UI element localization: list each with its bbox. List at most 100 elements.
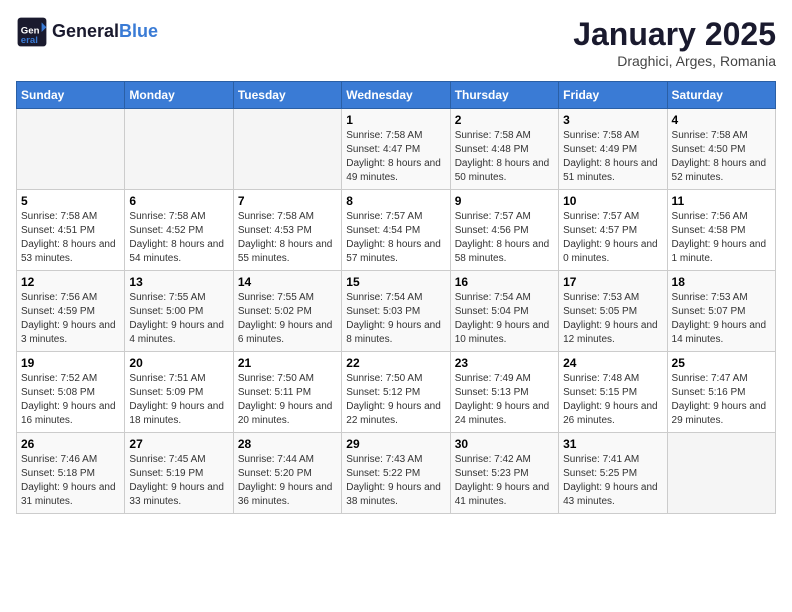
day-number: 6 — [129, 194, 228, 208]
day-info: Sunrise: 7:44 AM Sunset: 5:20 PM Dayligh… — [238, 453, 337, 509]
day-number: 20 — [129, 356, 228, 370]
day-number: 3 — [563, 113, 662, 127]
weekday-header-sunday: Sunday — [17, 82, 125, 109]
calendar-cell: 23 Sunrise: 7:49 AM Sunset: 5:13 PM Dayli… — [450, 352, 558, 433]
weekday-header-friday: Friday — [559, 82, 667, 109]
day-info: Sunrise: 7:46 AM Sunset: 5:18 PM Dayligh… — [21, 453, 120, 509]
day-number: 10 — [563, 194, 662, 208]
day-number: 9 — [455, 194, 554, 208]
day-info: Sunrise: 7:58 AM Sunset: 4:53 PM Dayligh… — [238, 210, 337, 266]
day-number: 16 — [455, 275, 554, 289]
calendar-cell: 24Sunrise: 7:48 AM Sunset: 5:15 PM Dayli… — [559, 352, 667, 433]
day-info: Sunrise: 7:57 AM Sunset: 4:57 PM Dayligh… — [563, 210, 662, 266]
calendar-body: 1 Sunrise: 7:58 AM Sunset: 4:47 PM Daylig… — [17, 109, 776, 514]
day-info: Sunrise: 7:55 AM Sunset: 5:02 PM Dayligh… — [238, 291, 337, 347]
day-info: Sunrise: 7:51 AM Sunset: 5:09 PM Dayligh… — [129, 372, 228, 428]
calendar-cell: 31Sunrise: 7:41 AM Sunset: 5:25 PM Dayli… — [559, 433, 667, 514]
calendar-week-1: 5Sunrise: 7:58 AM Sunset: 4:51 PM Daylig… — [17, 190, 776, 271]
day-number: 21 — [238, 356, 337, 370]
day-number: 11 — [672, 194, 771, 208]
day-number: 13 — [129, 275, 228, 289]
day-info: Sunrise: 7:47 AM Sunset: 5:16 PM Dayligh… — [672, 372, 771, 428]
day-number: 14 — [238, 275, 337, 289]
day-number: 30 — [455, 437, 554, 451]
day-number: 17 — [563, 275, 662, 289]
calendar-week-4: 26 Sunrise: 7:46 AM Sunset: 5:18 PM Dayli… — [17, 433, 776, 514]
day-info: Sunrise: 7:41 AM Sunset: 5:25 PM Dayligh… — [563, 453, 662, 509]
page-header: Gen eral GeneralBlue January 2025 Draghi… — [16, 16, 776, 69]
calendar-cell: 1 Sunrise: 7:58 AM Sunset: 4:47 PM Daylig… — [342, 109, 450, 190]
weekday-header-thursday: Thursday — [450, 82, 558, 109]
calendar-cell: 3 Sunrise: 7:58 AM Sunset: 4:49 PM Daylig… — [559, 109, 667, 190]
calendar-table: SundayMondayTuesdayWednesdayThursdayFrid… — [16, 81, 776, 514]
day-info: Sunrise: 7:50 AM Sunset: 5:12 PM Dayligh… — [346, 372, 445, 428]
calendar-week-3: 19 Sunrise: 7:52 AM Sunset: 5:08 PM Dayli… — [17, 352, 776, 433]
day-info: Sunrise: 7:49 AM Sunset: 5:13 PM Dayligh… — [455, 372, 554, 428]
day-number: 7 — [238, 194, 337, 208]
calendar-cell: 4 Sunrise: 7:58 AM Sunset: 4:50 PM Daylig… — [667, 109, 775, 190]
day-info: Sunrise: 7:58 AM Sunset: 4:48 PM Dayligh… — [455, 129, 554, 185]
day-number: 26 — [21, 437, 120, 451]
location-subtitle: Draghici, Arges, Romania — [573, 53, 776, 69]
calendar-cell: 26 Sunrise: 7:46 AM Sunset: 5:18 PM Dayli… — [17, 433, 125, 514]
weekday-header-row: SundayMondayTuesdayWednesdayThursdayFrid… — [17, 82, 776, 109]
weekday-header-saturday: Saturday — [667, 82, 775, 109]
calendar-cell — [233, 109, 341, 190]
day-info: Sunrise: 7:54 AM Sunset: 5:03 PM Dayligh… — [346, 291, 445, 347]
day-info: Sunrise: 7:56 AM Sunset: 4:58 PM Dayligh… — [672, 210, 771, 266]
calendar-cell: 6Sunrise: 7:58 AM Sunset: 4:52 PM Daylig… — [125, 190, 233, 271]
calendar-cell — [667, 433, 775, 514]
logo-text: GeneralBlue — [52, 21, 158, 43]
day-info: Sunrise: 7:58 AM Sunset: 4:50 PM Dayligh… — [672, 129, 771, 185]
calendar-cell: 14 Sunrise: 7:55 AM Sunset: 5:02 PM Dayli… — [233, 271, 341, 352]
day-info: Sunrise: 7:58 AM Sunset: 4:49 PM Dayligh… — [563, 129, 662, 185]
calendar-cell — [125, 109, 233, 190]
day-info: Sunrise: 7:58 AM Sunset: 4:51 PM Dayligh… — [21, 210, 120, 266]
day-info: Sunrise: 7:42 AM Sunset: 5:23 PM Dayligh… — [455, 453, 554, 509]
calendar-cell: 29Sunrise: 7:43 AM Sunset: 5:22 PM Dayli… — [342, 433, 450, 514]
calendar-cell: 22 Sunrise: 7:50 AM Sunset: 5:12 PM Dayli… — [342, 352, 450, 433]
calendar-cell: 28 Sunrise: 7:44 AM Sunset: 5:20 PM Dayli… — [233, 433, 341, 514]
weekday-header-wednesday: Wednesday — [342, 82, 450, 109]
calendar-cell: 5Sunrise: 7:58 AM Sunset: 4:51 PM Daylig… — [17, 190, 125, 271]
day-info: Sunrise: 7:57 AM Sunset: 4:54 PM Dayligh… — [346, 210, 445, 266]
day-number: 12 — [21, 275, 120, 289]
day-number: 22 — [346, 356, 445, 370]
day-info: Sunrise: 7:53 AM Sunset: 5:07 PM Dayligh… — [672, 291, 771, 347]
day-number: 19 — [21, 356, 120, 370]
day-info: Sunrise: 7:58 AM Sunset: 4:47 PM Dayligh… — [346, 129, 445, 185]
day-info: Sunrise: 7:57 AM Sunset: 4:56 PM Dayligh… — [455, 210, 554, 266]
calendar-cell: 11 Sunrise: 7:56 AM Sunset: 4:58 PM Dayli… — [667, 190, 775, 271]
day-number: 4 — [672, 113, 771, 127]
logo-icon: Gen eral — [16, 16, 48, 48]
calendar-cell: 2 Sunrise: 7:58 AM Sunset: 4:48 PM Daylig… — [450, 109, 558, 190]
calendar-cell: 18Sunrise: 7:53 AM Sunset: 5:07 PM Dayli… — [667, 271, 775, 352]
day-info: Sunrise: 7:45 AM Sunset: 5:19 PM Dayligh… — [129, 453, 228, 509]
day-number: 23 — [455, 356, 554, 370]
calendar-cell: 25Sunrise: 7:47 AM Sunset: 5:16 PM Dayli… — [667, 352, 775, 433]
logo: Gen eral GeneralBlue — [16, 16, 158, 48]
calendar-cell — [17, 109, 125, 190]
day-info: Sunrise: 7:56 AM Sunset: 4:59 PM Dayligh… — [21, 291, 120, 347]
calendar-cell: 8 Sunrise: 7:57 AM Sunset: 4:54 PM Daylig… — [342, 190, 450, 271]
day-info: Sunrise: 7:48 AM Sunset: 5:15 PM Dayligh… — [563, 372, 662, 428]
calendar-cell: 15Sunrise: 7:54 AM Sunset: 5:03 PM Dayli… — [342, 271, 450, 352]
day-number: 1 — [346, 113, 445, 127]
calendar-cell: 9 Sunrise: 7:57 AM Sunset: 4:56 PM Daylig… — [450, 190, 558, 271]
weekday-header-monday: Monday — [125, 82, 233, 109]
calendar-cell: 17 Sunrise: 7:53 AM Sunset: 5:05 PM Dayli… — [559, 271, 667, 352]
day-number: 8 — [346, 194, 445, 208]
title-block: January 2025 Draghici, Arges, Romania — [573, 16, 776, 69]
day-info: Sunrise: 7:54 AM Sunset: 5:04 PM Dayligh… — [455, 291, 554, 347]
day-number: 28 — [238, 437, 337, 451]
day-info: Sunrise: 7:43 AM Sunset: 5:22 PM Dayligh… — [346, 453, 445, 509]
calendar-cell: 21Sunrise: 7:50 AM Sunset: 5:11 PM Dayli… — [233, 352, 341, 433]
calendar-cell: 20 Sunrise: 7:51 AM Sunset: 5:09 PM Dayli… — [125, 352, 233, 433]
calendar-cell: 10 Sunrise: 7:57 AM Sunset: 4:57 PM Dayli… — [559, 190, 667, 271]
day-info: Sunrise: 7:52 AM Sunset: 5:08 PM Dayligh… — [21, 372, 120, 428]
day-info: Sunrise: 7:53 AM Sunset: 5:05 PM Dayligh… — [563, 291, 662, 347]
day-number: 2 — [455, 113, 554, 127]
day-number: 27 — [129, 437, 228, 451]
calendar-cell: 7 Sunrise: 7:58 AM Sunset: 4:53 PM Daylig… — [233, 190, 341, 271]
calendar-cell: 27 Sunrise: 7:45 AM Sunset: 5:19 PM Dayli… — [125, 433, 233, 514]
